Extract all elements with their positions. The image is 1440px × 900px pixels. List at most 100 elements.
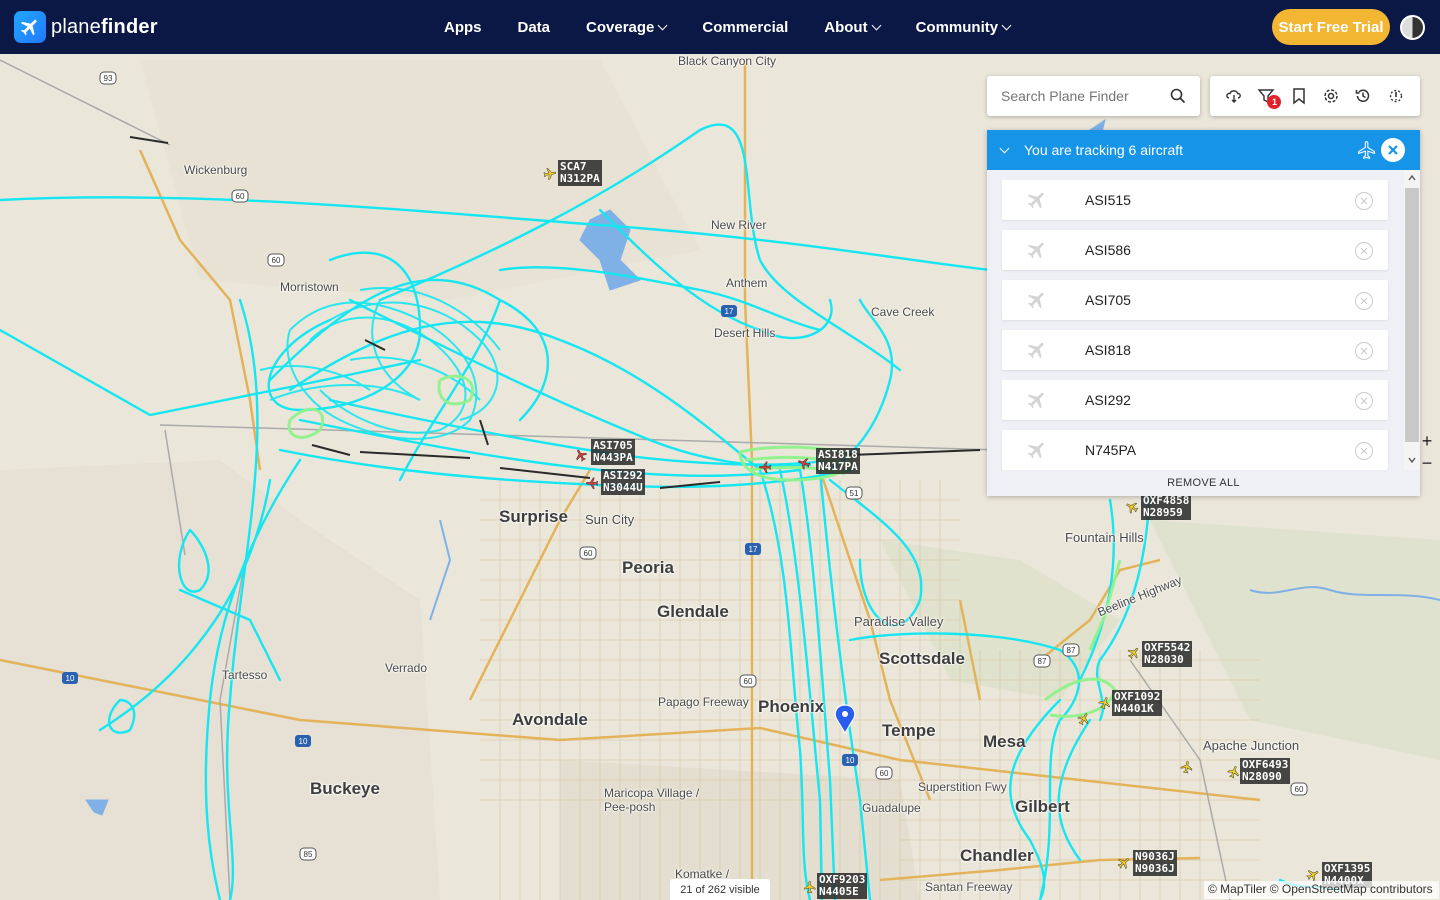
search-input[interactable]: [1001, 88, 1161, 104]
nav-about[interactable]: About: [806, 19, 897, 36]
tracked-aircraft-row[interactable]: ASI705: [1002, 280, 1388, 320]
scroll-up-icon[interactable]: [1408, 174, 1416, 182]
aircraft-label[interactable]: OXF1092 N4401K: [1112, 690, 1163, 716]
yellow-plane-icon[interactable]: [1306, 868, 1320, 882]
history-icon[interactable]: [1354, 87, 1372, 105]
remove-aircraft-button[interactable]: [1355, 342, 1373, 360]
plane-icon: [1027, 192, 1044, 209]
bookmark-icon[interactable]: [1290, 87, 1308, 105]
tracked-aircraft-row[interactable]: ASI818: [1002, 330, 1388, 370]
tracked-aircraft-row[interactable]: ASI292: [1002, 380, 1388, 420]
place-label: Santan Freeway: [925, 880, 1013, 894]
aircraft-registration: N3044U: [603, 481, 643, 494]
aircraft-registration: N28090: [1242, 770, 1282, 783]
plane-icon: [1027, 292, 1044, 309]
place-label: Avondale: [512, 710, 588, 729]
yellow-plane-icon[interactable]: [1117, 856, 1131, 870]
tracked-plane-icon[interactable]: [585, 476, 599, 490]
aircraft-label[interactable]: ASI292 N3044U: [601, 469, 645, 495]
shield-10b: 10: [299, 737, 308, 746]
remove-aircraft-button[interactable]: [1355, 292, 1373, 310]
place-label: Chandler: [960, 846, 1034, 865]
nav-commercial[interactable]: Commercial: [684, 19, 806, 36]
yellow-plane-icon[interactable]: [1127, 646, 1141, 660]
nav-community[interactable]: Community: [898, 19, 1029, 36]
planefinder-logo[interactable]: planefinder: [14, 11, 158, 43]
yellow-plane-icon[interactable]: [1125, 500, 1139, 514]
place-label: Tartesso: [222, 668, 268, 682]
tracked-plane-icon[interactable]: [758, 460, 772, 474]
tracked-aircraft-row[interactable]: ASI515: [1002, 180, 1388, 220]
aircraft-label[interactable]: N9036J N9036J: [1133, 850, 1177, 876]
weather-icon[interactable]: [1225, 87, 1243, 105]
tracking-panel-header[interactable]: You are tracking 6 aircraft: [987, 130, 1420, 170]
tracked-plane-icon[interactable]: [574, 448, 588, 462]
place-label: Cave Creek: [871, 305, 935, 319]
place-label: Anthem: [726, 276, 768, 290]
yellow-plane-icon[interactable]: [1227, 765, 1241, 779]
user-avatar[interactable]: [1400, 15, 1425, 40]
tracked-callsign: ASI292: [1085, 392, 1131, 408]
shield-10a: 10: [66, 674, 75, 683]
aircraft-label[interactable]: SCA7 N312PA: [558, 160, 602, 186]
aircraft-label[interactable]: OXF6493 N28090: [1240, 758, 1291, 784]
yellow-plane-icon[interactable]: [1098, 696, 1112, 710]
tracked-aircraft-row[interactable]: N745PA: [1002, 430, 1388, 470]
yellow-plane-icon[interactable]: [1077, 712, 1091, 726]
remove-all-button[interactable]: REMOVE ALL: [987, 470, 1420, 496]
place-label: Peoria: [622, 558, 674, 577]
plane-icon: [1027, 242, 1044, 259]
place-label: Gilbert: [1015, 797, 1070, 816]
location-pin-icon[interactable]: [834, 704, 856, 735]
nav-data[interactable]: Data: [500, 19, 569, 36]
yellow-plane-icon[interactable]: [1180, 760, 1194, 774]
place-label: Tempe: [882, 721, 936, 740]
nav-data-label: Data: [517, 18, 551, 36]
map-attribution[interactable]: © MapTiler © OpenStreetMap contributors: [1204, 881, 1439, 899]
place-label: Glendale: [657, 602, 729, 621]
yellow-plane-icon[interactable]: [543, 167, 557, 181]
aircraft-label[interactable]: ASI818 N417PA: [816, 448, 860, 474]
nav-coverage-label: Coverage: [586, 18, 655, 36]
aircraft-registration: N28030: [1144, 653, 1184, 666]
nav-coverage[interactable]: Coverage: [568, 19, 684, 36]
close-icon: [1360, 197, 1368, 205]
place-label: Morristown: [280, 280, 339, 294]
place-label: Paradise Valley: [854, 614, 944, 629]
plane-icon: [1027, 392, 1044, 409]
aircraft-registration: N28959: [1143, 506, 1183, 519]
tracking-scrollbar[interactable]: [1404, 170, 1420, 470]
close-icon: [1388, 145, 1398, 155]
scroll-down-icon[interactable]: [1408, 456, 1416, 464]
place-label: Guadalupe: [862, 801, 921, 815]
scroll-thumb[interactable]: [1405, 188, 1419, 442]
close-icon: [1360, 297, 1368, 305]
search-icon[interactable]: [1170, 88, 1186, 104]
chevron-down-icon[interactable]: [999, 143, 1010, 153]
yellow-plane-icon[interactable]: [803, 880, 817, 894]
aircraft-label[interactable]: OXF4858 N28959: [1141, 494, 1192, 520]
settings-icon[interactable]: [1322, 87, 1340, 105]
remove-aircraft-button[interactable]: [1355, 192, 1373, 210]
close-tracking-button[interactable]: [1381, 138, 1405, 162]
plane-icon: [1027, 342, 1044, 359]
place-label: Apache Junction: [1203, 738, 1300, 753]
alerts-icon[interactable]: [1387, 87, 1405, 105]
shield-93: 93: [104, 74, 113, 83]
remove-aircraft-button[interactable]: [1355, 442, 1373, 460]
tracking-panel: You are tracking 6 aircraft ASI515 ASI58…: [987, 130, 1420, 496]
aircraft-label[interactable]: ASI705 N443PA: [591, 439, 635, 465]
nav-about-label: About: [824, 18, 868, 36]
remove-aircraft-button[interactable]: [1355, 242, 1373, 260]
aircraft-label[interactable]: OXF9203 N4405E: [817, 873, 868, 899]
zoom-out-icon[interactable]: −: [1416, 452, 1438, 474]
filter-button[interactable]: 1: [1257, 87, 1282, 109]
nav-apps[interactable]: Apps: [426, 19, 500, 36]
shield-87b: 87: [1067, 646, 1076, 655]
aircraft-label[interactable]: OXF5542 N28030: [1142, 641, 1193, 667]
remove-aircraft-button[interactable]: [1355, 392, 1373, 410]
start-free-trial-button[interactable]: Start Free Trial: [1272, 9, 1390, 45]
zoom-in-icon[interactable]: +: [1416, 430, 1438, 452]
tracked-plane-icon[interactable]: [797, 456, 811, 470]
tracked-aircraft-row[interactable]: ASI586: [1002, 230, 1388, 270]
